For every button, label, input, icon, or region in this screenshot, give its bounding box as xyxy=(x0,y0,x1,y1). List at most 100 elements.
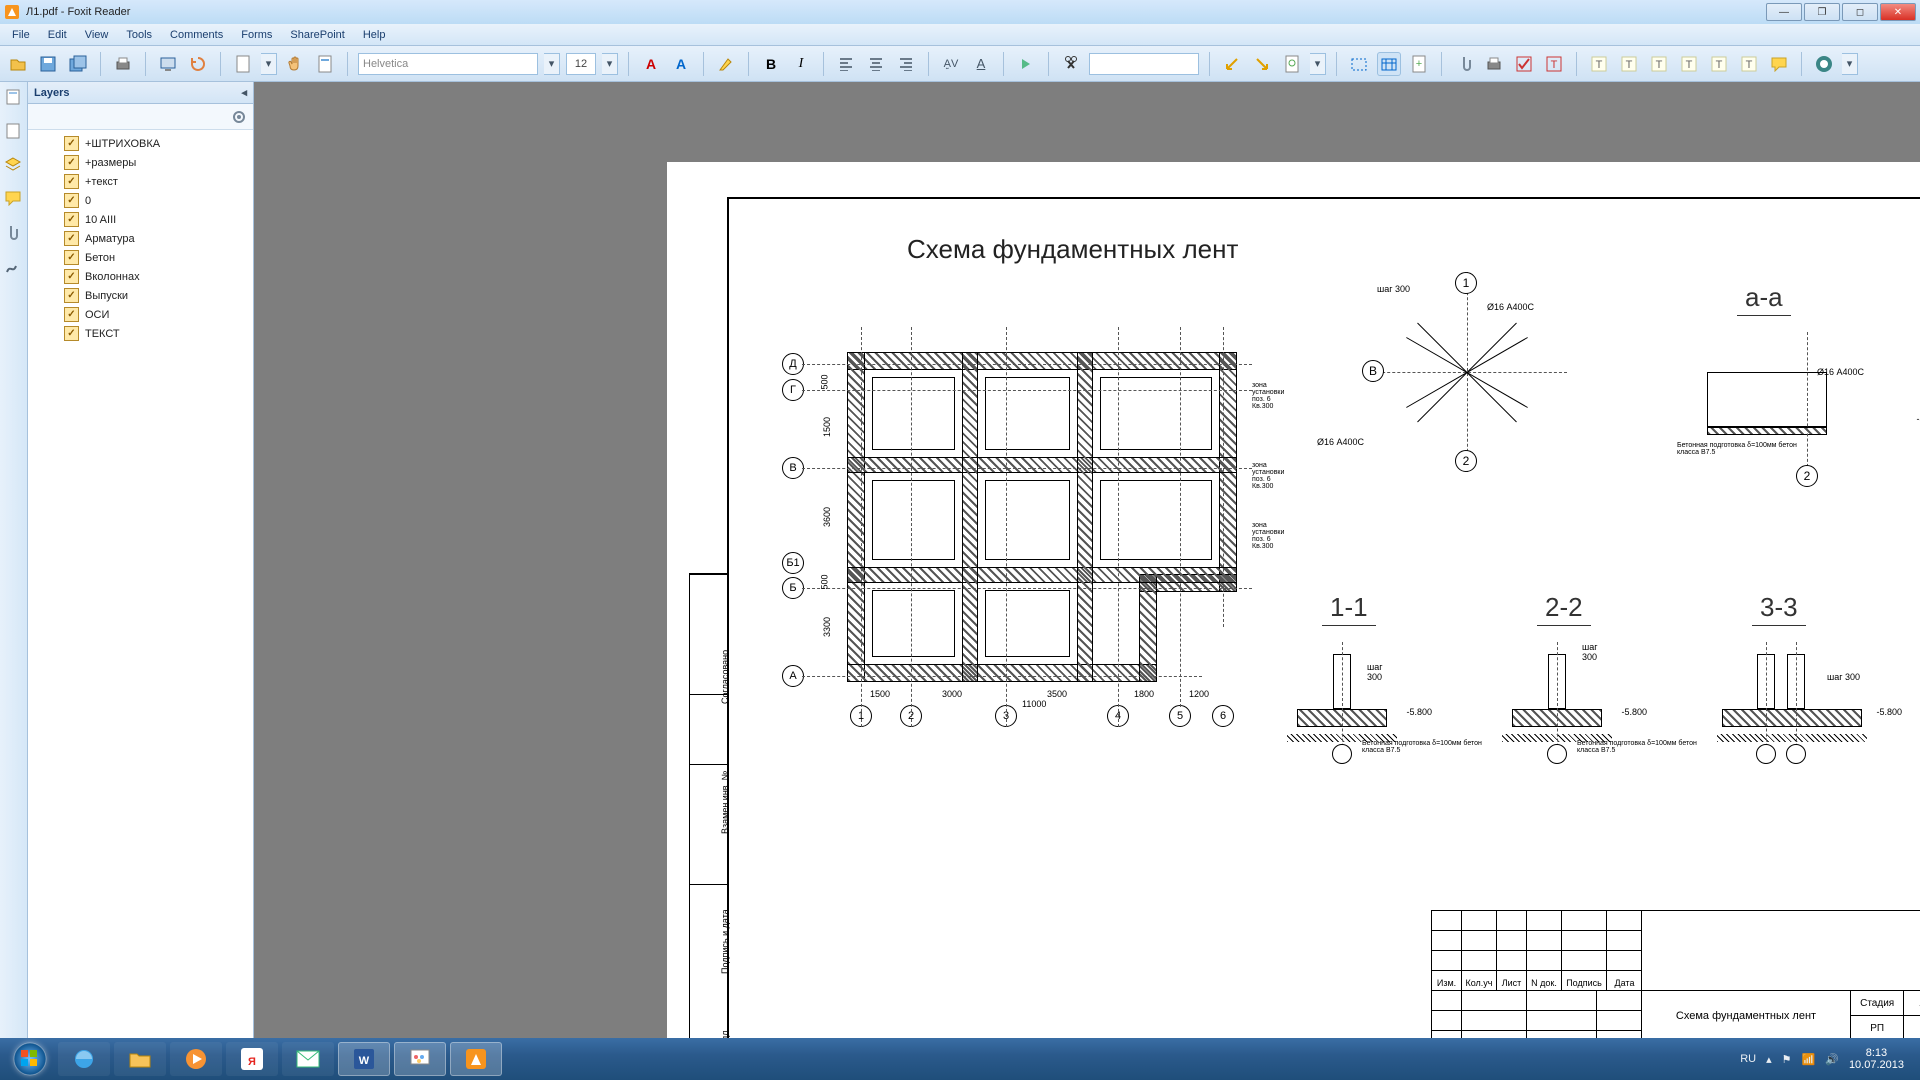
italic-button[interactable]: I xyxy=(789,52,813,76)
comments-panel-icon[interactable] xyxy=(4,190,24,210)
menu-sharepoint[interactable]: SharePoint xyxy=(282,27,352,43)
print-button[interactable] xyxy=(111,52,135,76)
play-icon[interactable] xyxy=(1014,52,1038,76)
checkbox-red-icon[interactable] xyxy=(1512,52,1536,76)
layer-item[interactable]: ✓ОСИ xyxy=(28,305,253,324)
font-color2-icon[interactable]: A xyxy=(669,52,693,76)
minimize-button[interactable]: — xyxy=(1766,3,1802,21)
menu-forms[interactable]: Forms xyxy=(233,27,280,43)
char-spacing-icon[interactable]: A͍V xyxy=(939,52,963,76)
taskbar-wmp[interactable] xyxy=(170,1042,222,1076)
menu-tools[interactable]: Tools xyxy=(118,27,160,43)
highlight2-icon[interactable]: T xyxy=(1707,52,1731,76)
search-dd[interactable]: ▾ xyxy=(1310,53,1326,75)
layer-item[interactable]: ✓0 xyxy=(28,191,253,210)
tray-up-icon[interactable]: ▴ xyxy=(1766,1053,1772,1066)
typewriter-icon[interactable]: T xyxy=(1587,52,1611,76)
menu-edit[interactable]: Edit xyxy=(40,27,75,43)
page-icon[interactable] xyxy=(231,52,255,76)
open-button[interactable] xyxy=(6,52,30,76)
close-button[interactable]: ✕ xyxy=(1880,3,1916,21)
align-right-icon[interactable] xyxy=(894,52,918,76)
layer-item[interactable]: ✓Вколоннах xyxy=(28,267,253,286)
layer-check-icon[interactable]: ✓ xyxy=(64,250,79,265)
doc-search-icon[interactable] xyxy=(1280,52,1304,76)
taskbar-yandex[interactable]: Я xyxy=(226,1042,278,1076)
page-add-icon[interactable]: + xyxy=(1407,52,1431,76)
share-icon[interactable] xyxy=(1812,52,1836,76)
hand-tool[interactable] xyxy=(283,52,307,76)
layer-check-icon[interactable]: ✓ xyxy=(64,231,79,246)
layer-check-icon[interactable]: ✓ xyxy=(64,269,79,284)
callout-icon[interactable]: T xyxy=(1617,52,1641,76)
font-size-field[interactable]: 12 xyxy=(566,53,596,75)
taskbar-mail[interactable] xyxy=(282,1042,334,1076)
strikeout-icon[interactable]: T xyxy=(1737,52,1761,76)
bold-button[interactable]: B xyxy=(759,52,783,76)
menu-help[interactable]: Help xyxy=(355,27,394,43)
layer-check-icon[interactable]: ✓ xyxy=(64,174,79,189)
layer-item[interactable]: ✓Выпуски xyxy=(28,286,253,305)
lang-indicator[interactable]: RU xyxy=(1740,1053,1756,1065)
taskbar-explorer[interactable] xyxy=(114,1042,166,1076)
start-button[interactable] xyxy=(6,1040,54,1078)
text-box-red-icon[interactable]: T xyxy=(1542,52,1566,76)
text-style-icon[interactable]: A xyxy=(969,52,993,76)
bookmarks-icon[interactable] xyxy=(4,88,24,108)
layer-check-icon[interactable]: ✓ xyxy=(64,193,79,208)
menu-view[interactable]: View xyxy=(77,27,117,43)
layer-check-icon[interactable]: ✓ xyxy=(64,326,79,341)
comment-icon[interactable] xyxy=(1767,52,1791,76)
font-dd[interactable]: ▾ xyxy=(544,53,560,75)
page-dd[interactable]: ▾ xyxy=(261,53,277,75)
textbox-icon[interactable]: T xyxy=(1647,52,1671,76)
collapse-panel-icon[interactable]: ◂ xyxy=(241,86,247,99)
print2-icon[interactable] xyxy=(1482,52,1506,76)
size-dd[interactable]: ▾ xyxy=(602,53,618,75)
taskbar-foxit[interactable] xyxy=(450,1042,502,1076)
layer-check-icon[interactable]: ✓ xyxy=(64,136,79,151)
font-select[interactable]: Helvetica xyxy=(358,53,538,75)
save-all-button[interactable] xyxy=(66,52,90,76)
layer-item[interactable]: ✓+текст xyxy=(28,172,253,191)
rotate-icon[interactable] xyxy=(186,52,210,76)
select-tool[interactable] xyxy=(313,52,337,76)
font-color-icon[interactable]: A xyxy=(639,52,663,76)
network-icon[interactable]: 📶 xyxy=(1802,1053,1816,1066)
taskbar-paint[interactable] xyxy=(394,1042,446,1076)
layer-item[interactable]: ✓+ШТРИХОВКА xyxy=(28,134,253,153)
flag-icon[interactable]: ⚑ xyxy=(1782,1053,1792,1066)
menu-file[interactable]: File xyxy=(4,27,38,43)
align-left-icon[interactable] xyxy=(834,52,858,76)
pages-thumb-icon[interactable] xyxy=(4,122,24,142)
taskbar-ie[interactable] xyxy=(58,1042,110,1076)
share-dd[interactable]: ▾ xyxy=(1842,53,1858,75)
next-result-icon[interactable] xyxy=(1250,52,1274,76)
attach-icon[interactable] xyxy=(1452,52,1476,76)
volume-icon[interactable]: 🔊 xyxy=(1825,1053,1839,1066)
layer-check-icon[interactable]: ✓ xyxy=(64,155,79,170)
layer-check-icon[interactable]: ✓ xyxy=(64,212,79,227)
maximize-button[interactable]: ◻ xyxy=(1842,3,1878,21)
layer-check-icon[interactable]: ✓ xyxy=(64,288,79,303)
snapshot2-icon[interactable] xyxy=(1377,52,1401,76)
align-center-icon[interactable] xyxy=(864,52,888,76)
layers-icon[interactable] xyxy=(4,156,24,176)
taskbar-word[interactable]: W xyxy=(338,1042,390,1076)
search-input[interactable] xyxy=(1089,53,1199,75)
layer-item[interactable]: ✓ТЕКСТ xyxy=(28,324,253,343)
find-button[interactable] xyxy=(1059,52,1083,76)
clock[interactable]: 8:13 10.07.2013 xyxy=(1849,1047,1904,1071)
save-button[interactable] xyxy=(36,52,60,76)
monitor-icon[interactable] xyxy=(156,52,180,76)
layers-options-icon[interactable] xyxy=(231,109,247,125)
signatures-icon[interactable] xyxy=(4,258,24,278)
attachments-panel-icon[interactable] xyxy=(4,224,24,244)
layer-item[interactable]: ✓+размеры xyxy=(28,153,253,172)
document-viewport[interactable]: Схема фундаментных лент xyxy=(254,82,1920,1038)
menu-comments[interactable]: Comments xyxy=(162,27,231,43)
layer-check-icon[interactable]: ✓ xyxy=(64,307,79,322)
prev-result-icon[interactable] xyxy=(1220,52,1244,76)
layer-item[interactable]: ✓10 AIII xyxy=(28,210,253,229)
restore-button[interactable]: ❐ xyxy=(1804,3,1840,21)
